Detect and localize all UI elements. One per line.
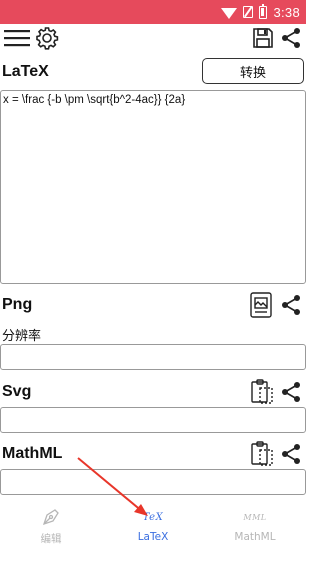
share-icon <box>282 382 300 402</box>
tab-latex-label: LaTeX <box>137 531 169 543</box>
latex-title: LaTeX <box>2 63 49 80</box>
mathml-share-button[interactable] <box>279 442 303 466</box>
share-icon <box>282 444 300 464</box>
tab-latex[interactable]: TeX LaTeX <box>102 500 204 546</box>
svg-copy-button[interactable] <box>249 378 275 406</box>
png-share-button[interactable] <box>279 293 303 317</box>
clipboard-icon <box>251 379 273 404</box>
settings-button[interactable] <box>34 24 60 52</box>
clipboard-icon <box>251 441 273 466</box>
gear-icon <box>36 27 59 50</box>
bottom-nav: 编辑 TeX LaTeX MML MathML <box>0 500 306 546</box>
wifi-icon <box>221 7 238 19</box>
status-bar: 3:38 <box>0 0 306 24</box>
battery-icon <box>259 3 268 19</box>
tab-edit-label: 编辑 <box>40 533 62 545</box>
menu-icon <box>4 30 30 47</box>
mml-icon: MML <box>243 512 267 522</box>
svg-output[interactable] <box>0 407 306 433</box>
convert-button[interactable]: 转换 <box>202 58 304 84</box>
png-title: Png <box>2 296 33 313</box>
menu-button[interactable] <box>2 24 32 52</box>
status-time: 3:38 <box>273 4 300 20</box>
save-button[interactable] <box>250 24 276 52</box>
share-icon <box>282 28 300 48</box>
no-sim-icon <box>243 6 254 18</box>
tab-edit[interactable]: 编辑 <box>0 500 102 546</box>
share-icon <box>282 295 300 315</box>
png-save-button[interactable] <box>248 290 274 320</box>
save-icon <box>253 28 273 48</box>
resolution-label: 分辨率 <box>2 329 42 344</box>
tab-mathml-label: MathML <box>234 531 276 543</box>
mathml-copy-button[interactable] <box>249 440 275 468</box>
image-save-icon <box>250 292 272 318</box>
share-button[interactable] <box>279 24 303 52</box>
mathml-title: MathML <box>2 445 63 462</box>
resolution-input[interactable] <box>0 344 306 370</box>
tab-mathml[interactable]: MML MathML <box>204 500 306 546</box>
mathml-output[interactable] <box>0 469 306 495</box>
latex-input[interactable]: x = \frac {-b \pm \sqrt{b^2-4ac}} {2a} <box>0 90 306 284</box>
toolbar <box>0 24 306 52</box>
pen-nib-icon <box>41 506 61 528</box>
svg-title: Svg <box>2 383 32 400</box>
svg-share-button[interactable] <box>279 380 303 404</box>
tex-icon: TeX <box>142 511 164 523</box>
